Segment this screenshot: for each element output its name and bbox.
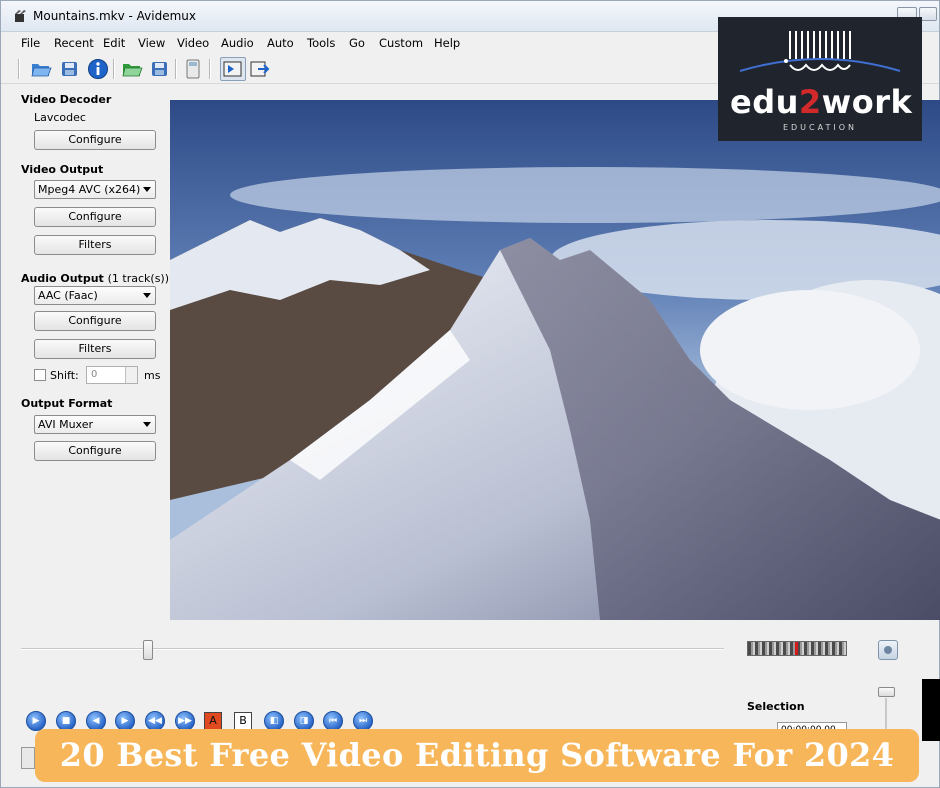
open-folder-icon[interactable] [28, 57, 54, 81]
audio-track-count: (1 track(s)) [107, 272, 170, 285]
toolbar-separator [18, 59, 20, 79]
save-video-icon[interactable] [147, 57, 173, 81]
title-banner: 20 Best Free Video Editing Software For … [35, 729, 919, 782]
menu-custom[interactable]: Custom [379, 36, 423, 50]
audio-output-title: Audio Output (1 track(s)) [21, 272, 169, 285]
marker-b-icon: ◨ [299, 716, 309, 726]
logo-word-edu: edu [730, 83, 799, 121]
menu-file[interactable]: File [21, 36, 40, 50]
goto-end-button[interactable]: ⏭ [353, 711, 373, 731]
menu-audio[interactable]: Audio [221, 36, 254, 50]
set-marker-a-button[interactable]: A [204, 712, 222, 730]
menu-edit[interactable]: Edit [103, 36, 125, 50]
speaker-icon [884, 646, 892, 654]
rewind-icon: ◀◀ [148, 716, 162, 726]
shift-spinbox[interactable]: 0 [86, 366, 138, 384]
settings-panel: Video Decoder Lavcodec Configure Video O… [1, 85, 169, 625]
menu-tools[interactable]: Tools [307, 36, 335, 50]
mountain-frame-image [170, 100, 940, 620]
logo-wordmark: edu2work [730, 83, 913, 121]
arrow-right-icon: ▶ [121, 716, 129, 726]
selection-title: Selection [747, 700, 805, 713]
output-mode-icon[interactable] [247, 57, 273, 81]
output-format-selected: AVI Muxer [38, 418, 94, 431]
previous-frame-button[interactable]: ◀ [86, 711, 106, 731]
spin-arrows-icon[interactable] [125, 367, 137, 383]
menu-go[interactable]: Go [349, 36, 365, 50]
shift-unit: ms [144, 369, 161, 382]
jog-marker [795, 642, 798, 655]
menu-video[interactable]: Video [177, 36, 209, 50]
audio-filters-button[interactable]: Filters [34, 339, 156, 359]
video-filters-button[interactable]: Filters [34, 235, 156, 255]
next-keyframe-button[interactable]: ▶▶ [175, 711, 195, 731]
toolbar-separator [209, 59, 211, 79]
arrow-left-icon: ◀ [92, 716, 100, 726]
audio-output-title-text: Audio Output [21, 272, 104, 285]
skip-start-icon: ⏮ [328, 716, 338, 726]
shift-value: 0 [91, 369, 98, 380]
stop-button[interactable]: ■ [56, 711, 76, 731]
menu-recent[interactable]: Recent [54, 36, 94, 50]
video-decoder-configure-button[interactable]: Configure [34, 130, 156, 150]
logo-subtitle: EDUCATION [782, 123, 858, 132]
edu2work-logo: edu2work EDUCATION [718, 17, 922, 141]
chevron-down-icon [143, 422, 151, 427]
video-decoder-title: Video Decoder [21, 93, 112, 106]
volume-slider-thumb[interactable] [878, 687, 895, 697]
next-frame-button[interactable]: ▶ [115, 711, 135, 731]
video-output-select[interactable]: Mpeg4 AVC (x264) [34, 180, 156, 199]
audio-output-selected: AAC (Faac) [38, 289, 98, 302]
video-output-title: Video Output [21, 163, 104, 176]
menu-view[interactable]: View [138, 36, 165, 50]
jog-shuttle[interactable] [747, 641, 847, 656]
toolbar-separator [113, 59, 115, 79]
chevron-down-icon [143, 187, 151, 192]
status-widget [21, 747, 35, 769]
avidemux-app-icon [15, 10, 26, 22]
open-folder-green-icon[interactable] [119, 57, 145, 81]
goto-marker-b-button[interactable]: ◨ [294, 711, 314, 731]
audio-output-select[interactable]: AAC (Faac) [34, 286, 156, 305]
play-icon: ▶ [32, 716, 40, 726]
marker-a-icon: ◧ [269, 716, 279, 726]
info-icon[interactable] [85, 57, 111, 81]
stop-icon: ■ [61, 716, 71, 726]
shift-label: Shift: [50, 369, 79, 382]
audio-output-configure-button[interactable]: Configure [34, 311, 156, 331]
timeline-thumb[interactable] [143, 640, 153, 660]
previous-keyframe-button[interactable]: ◀◀ [145, 711, 165, 731]
menu-auto[interactable]: Auto [267, 36, 294, 50]
logo-word-2: 2 [798, 83, 822, 121]
menu-help[interactable]: Help [434, 36, 460, 50]
video-decoder-codec: Lavcodec [34, 111, 86, 124]
video-output-selected: Mpeg4 AVC (x264) [38, 183, 141, 196]
output-format-title: Output Format [21, 397, 113, 410]
video-preview [170, 100, 940, 620]
play-button[interactable]: ▶ [26, 711, 46, 731]
set-marker-b-button[interactable]: B [234, 712, 252, 730]
window-title: Mountains.mkv - Avidemux [33, 9, 197, 23]
app-window: Mountains.mkv - Avidemux File Recent Edi… [0, 0, 940, 788]
volume-button[interactable] [878, 640, 898, 660]
output-format-configure-button[interactable]: Configure [34, 441, 156, 461]
timeline-track[interactable] [21, 648, 724, 650]
chevron-down-icon [143, 293, 151, 298]
goto-start-button[interactable]: ⏮ [323, 711, 343, 731]
skip-end-icon: ⏭ [358, 716, 368, 726]
toolbar-separator [175, 59, 177, 79]
input-mode-icon[interactable] [220, 57, 246, 81]
shift-checkbox[interactable] [34, 369, 46, 381]
video-output-configure-button[interactable]: Configure [34, 207, 156, 227]
book-emblem-icon [739, 31, 901, 72]
banner-text: 20 Best Free Video Editing Software For … [59, 736, 895, 774]
logo-word-work: work [821, 83, 913, 121]
fast-forward-icon: ▶▶ [178, 716, 192, 726]
audio-meter [922, 679, 940, 741]
goto-marker-a-button[interactable]: ◧ [264, 711, 284, 731]
output-format-select[interactable]: AVI Muxer [34, 415, 156, 434]
save-icon[interactable] [57, 57, 83, 81]
calculator-icon[interactable] [180, 57, 206, 81]
